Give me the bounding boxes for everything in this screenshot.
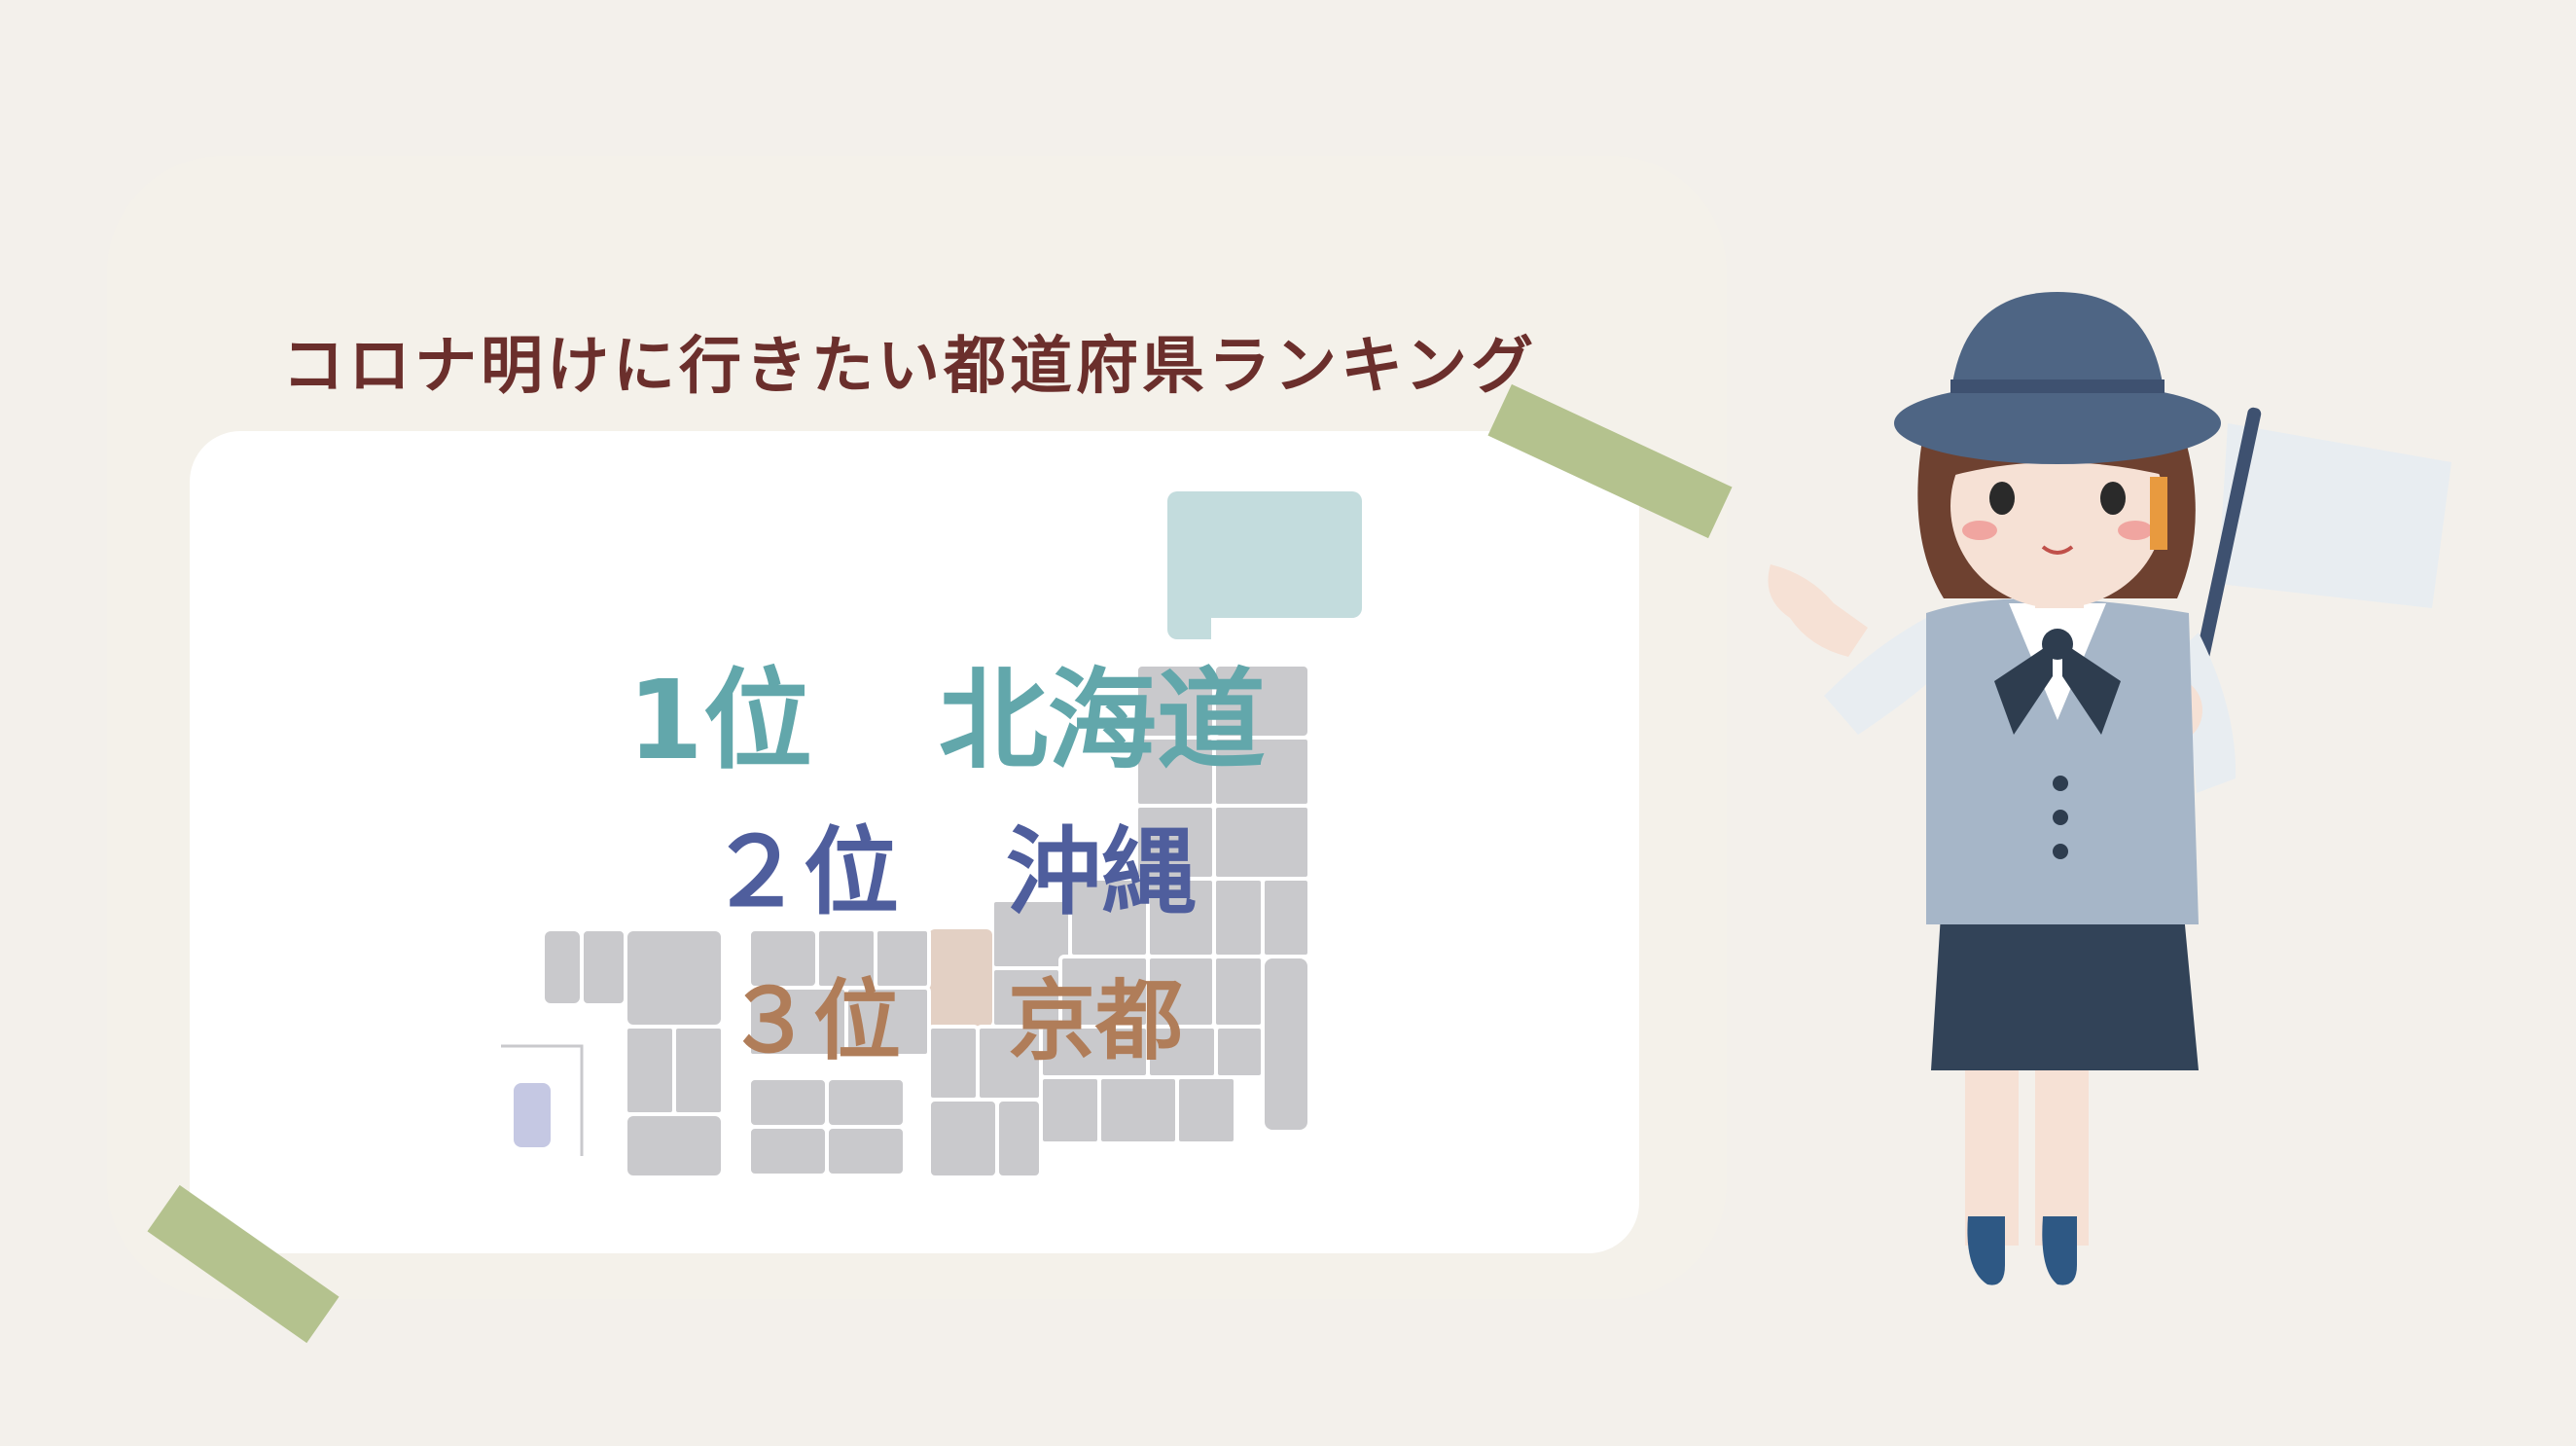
rank-third-name: 京都 <box>1008 970 1183 1072</box>
map-shikoku-4 <box>825 1125 907 1177</box>
rank-second-position: ２位 <box>708 817 900 928</box>
map-kanto-5 <box>1261 955 1311 1134</box>
map-kinki-4 <box>927 1098 999 1179</box>
map-kyushu-5 <box>672 1025 725 1116</box>
rank-first-name: 北海道 <box>938 658 1266 784</box>
rank-third-position: ３位 <box>726 970 901 1072</box>
map-chubu-7 <box>1039 1075 1101 1145</box>
map-hokkaido <box>1148 491 1362 639</box>
map-shikoku-3 <box>747 1125 829 1177</box>
map-kyushu-6 <box>624 1112 725 1179</box>
map-kyushu-3 <box>624 927 725 1029</box>
map-chubu-8 <box>1097 1075 1179 1145</box>
map-chubu-9 <box>1175 1075 1237 1145</box>
rank-first: 1位 北海道 <box>627 633 1266 790</box>
map-kyushu-1 <box>541 927 584 1007</box>
map-kyushu-2 <box>580 927 627 1007</box>
map-okinawa <box>514 1083 551 1147</box>
map-shikoku-1 <box>747 1076 829 1129</box>
rank-second-name: 沖縄 <box>1006 817 1198 928</box>
tour-guide-illustration <box>1768 292 2451 1285</box>
map-kanto-1 <box>1212 877 1265 958</box>
rank-third: ３位 京都 <box>726 950 1183 1076</box>
map-kanto-4 <box>1212 955 1265 1029</box>
map-tohoku-6 <box>1212 804 1311 881</box>
map-kanto-2 <box>1261 877 1311 958</box>
map-kinki-5 <box>995 1098 1043 1179</box>
rank-second: ２位 沖縄 <box>708 795 1197 933</box>
rank-first-position: 1位 <box>627 658 812 784</box>
map-shikoku-2 <box>825 1076 907 1129</box>
map-kanto-7 <box>1214 1025 1265 1079</box>
map-kyushu-4 <box>624 1025 676 1116</box>
